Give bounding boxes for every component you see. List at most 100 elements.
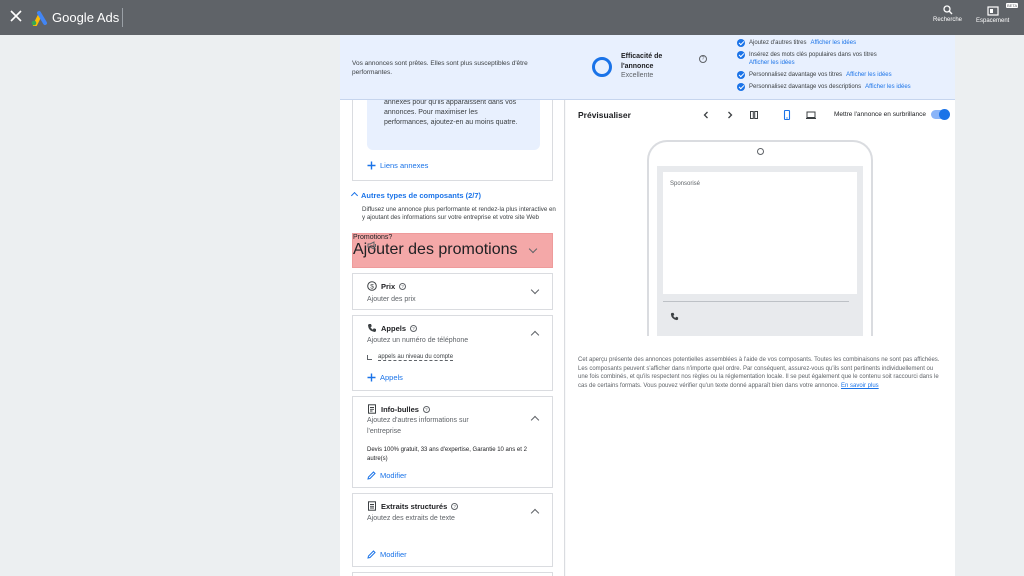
pencil-icon	[367, 550, 376, 559]
chevron-left-icon[interactable]	[701, 110, 711, 120]
google-ads-logo-icon	[31, 11, 47, 26]
calls-sub: Ajoutez un numéro de téléphone	[367, 337, 469, 344]
learn-more-link[interactable]: En savoir plus	[841, 383, 879, 389]
tip-item: Personnalisez davantage vos descriptions…	[737, 83, 952, 91]
chevron-up-icon[interactable]	[530, 415, 540, 425]
effectiveness-value: Excellente	[621, 72, 654, 79]
edit-callouts-label: Modifier	[380, 471, 407, 480]
search-tool-button[interactable]: Recherche	[933, 5, 962, 23]
plus-icon	[367, 161, 376, 170]
calls-title-text: Appels	[381, 324, 407, 333]
promotions-title-text: Promotions	[353, 234, 389, 241]
spacing-tool-button[interactable]: Espacement	[976, 5, 1009, 24]
assets-panel: annexes pour qu'ils apparaissent dans vo…	[340, 100, 565, 576]
phone-icon	[670, 312, 679, 321]
check-icon	[737, 71, 745, 79]
add-calls-label: Appels	[380, 373, 403, 382]
brand-name: Google Ads	[52, 10, 120, 25]
camera-icon	[757, 148, 764, 155]
price-title: Prix?	[381, 282, 407, 291]
help-icon[interactable]: ?	[399, 283, 407, 290]
tip-item: Insérez des mots clés populaires dans vo…	[737, 51, 952, 67]
plus-icon	[367, 373, 376, 382]
other-assets-toggle[interactable]: Autres types de composants (2/7)	[350, 191, 482, 200]
chevron-up-icon	[350, 191, 359, 200]
tip-link[interactable]: Afficher les idées	[846, 72, 892, 78]
document-icon	[368, 404, 376, 414]
tip-text: Insérez des mots clés populaires dans vo…	[749, 52, 877, 58]
next-asset-card	[352, 572, 553, 576]
structured-snippets-title: Extraits structurés?	[381, 502, 459, 511]
phone-icon	[368, 324, 376, 332]
structured-snippets-sub: Ajoutez des extraits de texte	[367, 515, 455, 522]
tip-text: Personnalisez davantage vos descriptions	[749, 84, 862, 90]
megaphone-icon	[367, 241, 376, 250]
help-icon[interactable]: ?	[410, 325, 418, 332]
spacing-tool-label: Espacement	[976, 18, 1010, 24]
edit-callouts-button[interactable]: Modifier	[367, 471, 407, 480]
callouts-title: Info-bulles?	[381, 405, 430, 414]
help-icon[interactable]: ?	[388, 234, 392, 241]
promotions-title: Promotions?	[353, 234, 552, 241]
divider	[122, 8, 123, 27]
columns-view-icon[interactable]	[749, 110, 759, 120]
preview-disclaimer: Cet aperçu présente des annonces potenti…	[578, 356, 940, 390]
tips-list: Ajoutez d'autres titres Afficher les idée…	[737, 39, 952, 95]
spacing-icon	[987, 6, 999, 16]
desktop-device-icon[interactable]	[806, 110, 816, 120]
chevron-right-icon[interactable]	[725, 110, 735, 120]
help-icon[interactable]: ?	[451, 503, 459, 510]
preview-panel: Prévisualiser Mettre l'annonce en surbri…	[566, 100, 955, 576]
highlight-ad-toggle[interactable]	[931, 109, 950, 120]
subdirectory-arrow-icon	[367, 355, 372, 360]
other-assets-description: Diffusez une annonce plus performante et…	[362, 206, 556, 221]
tip-text: Personnalisez davantage vos titres	[749, 72, 843, 78]
dollar-icon: $	[367, 281, 377, 291]
ad-strength-banner: Vos annonces sont prêtes. Elles sont plu…	[340, 35, 955, 100]
add-sitelinks-label: Liens annexes	[380, 161, 429, 170]
tip-link[interactable]: Afficher les idées	[749, 60, 795, 66]
close-icon[interactable]	[10, 10, 22, 22]
account-level-calls-link[interactable]: appels au niveau du compte	[378, 354, 454, 361]
sitelinks-info-box: annexes pour qu'ils apparaissent dans vo…	[367, 100, 540, 150]
structured-snippets-title-text: Extraits structurés	[381, 502, 448, 511]
chevron-down-icon[interactable]	[530, 285, 540, 295]
structured-snippets-card: Extraits structurés? Ajoutez des extrait…	[352, 493, 553, 567]
calls-title: Appels?	[381, 324, 418, 333]
tip-link[interactable]: Afficher les idées	[811, 40, 857, 46]
tip-text: Ajoutez d'autres titres	[749, 40, 807, 46]
other-assets-title: Autres types de composants (2/7)	[361, 191, 482, 200]
price-card[interactable]: $ Prix? Ajouter des prix	[352, 273, 553, 310]
callouts-card: Info-bulles? Ajoutez d'autres informatio…	[352, 396, 553, 488]
ad-strength-ring	[592, 57, 612, 77]
chevron-up-icon[interactable]	[530, 330, 540, 340]
top-bar: Google Ads Recherche Espacement BETA	[0, 0, 1024, 35]
add-sitelinks-button[interactable]: Liens annexes	[367, 161, 428, 170]
search-icon	[942, 5, 952, 15]
account-level-calls: appels au niveau du compte	[367, 354, 454, 361]
disclaimer-text: Cet aperçu présente des annonces potenti…	[578, 357, 940, 389]
promotions-card[interactable]: Promotions? Ajouter des promotions	[352, 233, 553, 268]
divider	[663, 301, 849, 302]
edit-structured-snippets-button[interactable]: Modifier	[367, 550, 407, 559]
promotions-sub: Ajouter des promotions	[353, 241, 518, 258]
preview-title: Prévisualiser	[578, 110, 631, 120]
ready-message: Vos annonces sont prêtes. Elles sont plu…	[352, 60, 528, 76]
tip-link[interactable]: Afficher les idées	[865, 84, 911, 90]
sitelinks-info-text: annexes pour qu'ils apparaissent dans vo…	[384, 100, 518, 126]
mobile-device-icon[interactable]	[782, 110, 792, 120]
price-title-text: Prix	[381, 282, 396, 291]
edit-structured-snippets-label: Modifier	[380, 550, 407, 559]
search-tool-label: Recherche	[933, 17, 963, 23]
add-calls-button[interactable]: Appels	[367, 373, 403, 382]
price-sub: Ajouter des prix	[367, 296, 416, 303]
help-icon[interactable]: ?	[422, 406, 430, 413]
highlight-ad-label: Mettre l'annonce en surbrillance	[834, 111, 926, 118]
sitelinks-card: annexes pour qu'ils apparaissent dans vo…	[352, 100, 553, 181]
calls-card: Appels? Ajoutez un numéro de téléphone a…	[352, 315, 553, 391]
svg-text:$: $	[370, 283, 374, 290]
help-icon[interactable]: ?	[699, 55, 707, 63]
beta-badge: BETA	[1006, 3, 1019, 8]
phone-screen: Sponsorisé	[657, 166, 863, 336]
chevron-up-icon[interactable]	[530, 508, 540, 518]
